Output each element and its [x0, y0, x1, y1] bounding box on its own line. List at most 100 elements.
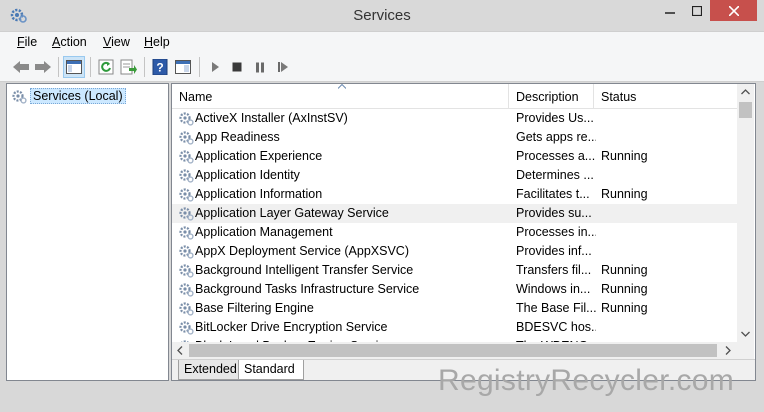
horizontal-scroll-thumb[interactable]	[189, 344, 717, 357]
service-description: Transfers fil...	[516, 263, 592, 277]
tab-standard[interactable]: Standard	[238, 360, 304, 380]
tab-extended-label: Extended	[184, 362, 237, 376]
table-row[interactable]: Application Management Processes in...	[172, 223, 737, 242]
service-description: Provides inf...	[516, 244, 592, 258]
service-status: Running	[601, 282, 648, 296]
forward-button[interactable]	[32, 56, 54, 78]
title-bar[interactable]: Services	[0, 0, 764, 31]
table-row[interactable]: Background Tasks Infrastructure Service W…	[172, 280, 737, 299]
toolbar-separator	[144, 57, 145, 77]
service-description: Provides su...	[516, 206, 592, 220]
help-button[interactable]: ?	[149, 56, 171, 78]
play-icon	[212, 62, 219, 72]
show-hide-console-tree-icon	[66, 60, 82, 74]
refresh-icon	[98, 59, 114, 75]
table-row[interactable]: Application Information Facilitates t... R…	[172, 185, 737, 204]
column-header-description-label: Description	[516, 90, 579, 104]
service-description: Processes in...	[516, 225, 596, 239]
service-name: Background Intelligent Transfer Service	[195, 263, 414, 277]
menu-bar: File Action View Help	[0, 31, 764, 53]
toolbar-separator	[90, 57, 91, 77]
service-name: ActiveX Installer (AxInstSV)	[195, 111, 348, 125]
service-gear-icon	[179, 112, 194, 126]
horizontal-scrollbar[interactable]	[172, 342, 737, 359]
minimize-button[interactable]	[656, 0, 683, 21]
scroll-down-icon	[741, 331, 750, 337]
service-description: Gets apps re...	[516, 130, 596, 144]
watermark: RegistryRecycler.com	[438, 364, 735, 397]
table-row[interactable]: Base Filtering Engine The Base Fil... Runn…	[172, 299, 737, 318]
menu-view[interactable]: View	[103, 35, 130, 49]
services-list-pane: Name Description Status ActiveX Installe…	[171, 83, 756, 381]
back-icon	[13, 61, 29, 73]
toolbar-separator	[199, 57, 200, 77]
close-button[interactable]	[710, 0, 757, 21]
menu-file[interactable]: File	[17, 35, 37, 49]
table-row[interactable]: Background Intelligent Transfer Service T…	[172, 261, 737, 280]
service-name: Application Experience	[195, 149, 323, 163]
service-name: AppX Deployment Service (AppXSVC)	[195, 244, 409, 258]
service-gear-icon	[179, 321, 194, 335]
stop-service-button[interactable]	[226, 56, 248, 78]
table-row[interactable]: ActiveX Installer (AxInstSV) Provides Us.…	[172, 109, 737, 128]
properties-button[interactable]	[172, 56, 194, 78]
service-status: Running	[601, 149, 648, 163]
service-name: Application Information	[195, 187, 323, 201]
restart-icon	[278, 62, 288, 72]
service-gear-icon	[179, 302, 194, 316]
menu-help-label: elp	[153, 35, 170, 49]
table-row[interactable]: App Readiness Gets apps re...	[172, 128, 737, 147]
pause-service-button[interactable]	[249, 56, 271, 78]
tab-extended[interactable]: Extended	[178, 360, 240, 380]
table-row[interactable]: BitLocker Drive Encryption Service BDESVC…	[172, 318, 737, 337]
column-header-description[interactable]: Description	[509, 84, 594, 109]
service-gear-icon	[179, 226, 194, 240]
refresh-button[interactable]	[95, 56, 117, 78]
column-header-status-label: Status	[601, 90, 637, 104]
service-description: Windows in...	[516, 282, 591, 296]
stop-icon	[232, 62, 242, 72]
menu-help-accel: H	[144, 35, 154, 49]
show-hide-console-tree-button[interactable]	[63, 56, 85, 78]
table-row[interactable]: Application Layer Gateway Service Provide…	[172, 204, 737, 223]
help-icon: ?	[152, 59, 168, 75]
vertical-scroll-thumb[interactable]	[739, 102, 752, 118]
restart-service-button[interactable]	[272, 56, 294, 78]
scroll-up-icon	[741, 89, 750, 95]
service-name: Background Tasks Infrastructure Service	[195, 282, 420, 296]
service-status: Running	[601, 263, 648, 277]
menu-help[interactable]: Help	[144, 35, 170, 49]
service-description: BDESVC hos...	[516, 320, 596, 334]
console-tree-pane[interactable]: Services (Local)	[6, 83, 169, 381]
column-header-name[interactable]: Name	[172, 84, 509, 109]
service-description: Provides Us...	[516, 111, 594, 125]
service-description: Determines ...	[516, 168, 594, 182]
close-icon	[728, 5, 739, 16]
menu-view-accel: V	[103, 35, 112, 49]
export-list-button[interactable]	[118, 56, 140, 78]
menu-action[interactable]: Action	[52, 35, 87, 49]
service-description: The Base Fil...	[516, 301, 596, 315]
column-header-status[interactable]: Status	[594, 84, 737, 109]
toolbar-separator	[58, 57, 59, 77]
menu-file-accel: F	[17, 35, 25, 49]
menu-action-label: ction	[60, 35, 87, 49]
minimize-icon	[664, 11, 675, 14]
tree-node-services-local[interactable]: Services (Local)	[11, 87, 126, 105]
service-gear-icon	[179, 283, 194, 297]
services-gear-icon	[12, 90, 27, 104]
table-row[interactable]: AppX Deployment Service (AppXSVC) Provide…	[172, 242, 737, 261]
window-title: Services	[353, 7, 411, 24]
maximize-button[interactable]	[683, 0, 710, 21]
start-service-button[interactable]	[204, 56, 226, 78]
back-button[interactable]	[10, 56, 32, 78]
table-row[interactable]: Application Identity Determines ...	[172, 166, 737, 185]
forward-icon	[35, 61, 51, 73]
service-name: Application Identity	[195, 168, 300, 182]
vertical-scrollbar[interactable]	[737, 84, 754, 380]
table-row[interactable]: Application Experience Processes a... Runn…	[172, 147, 737, 166]
tab-standard-label: Standard	[244, 362, 295, 376]
service-name: Application Management	[195, 225, 333, 239]
service-gear-icon	[179, 188, 194, 202]
service-gear-icon	[179, 169, 194, 183]
